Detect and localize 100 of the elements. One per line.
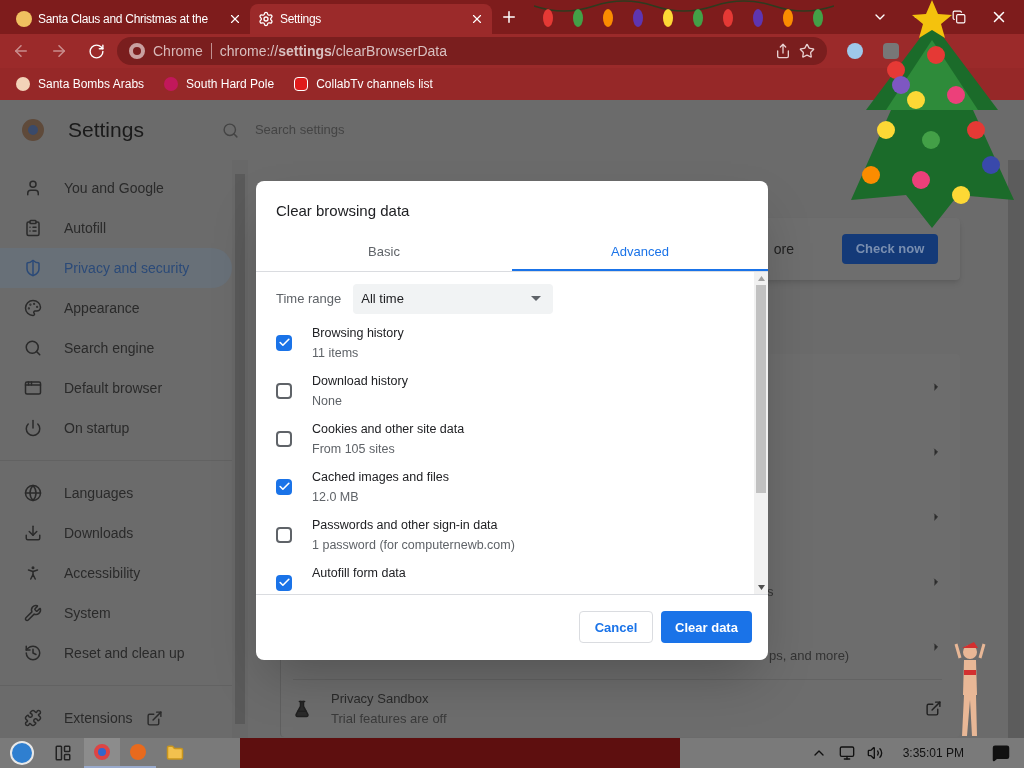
power-icon: [24, 419, 42, 437]
puzzle-icon: [24, 709, 42, 727]
firefox-logo-icon: [130, 744, 146, 760]
bookmark-star-icon[interactable]: [799, 43, 815, 59]
scrollbar-thumb[interactable]: [756, 284, 766, 493]
browser-tab[interactable]: Santa Claus and Christmas at the: [8, 4, 250, 34]
restore-icon[interactable]: [952, 10, 966, 24]
wrench-icon: [24, 604, 42, 622]
check-now-button[interactable]: Check now: [842, 234, 938, 264]
chrome-logo-icon: [22, 119, 44, 141]
sidebar-item[interactable]: Search engine: [0, 328, 232, 368]
row-text: ps, and more): [769, 646, 850, 665]
history-icon: [24, 644, 42, 662]
option-title: Download history: [312, 372, 408, 390]
option-detail: 1 password (for computernewb.com): [312, 536, 515, 554]
flask-icon: [293, 699, 311, 718]
chrome-taskbar-button[interactable]: [84, 738, 120, 768]
browser-tab[interactable]: Settings: [250, 4, 492, 34]
sidebar-item[interactable]: Autofill: [0, 208, 232, 248]
option-title: Browsing history: [312, 324, 404, 342]
bookmark[interactable]: Santa Bombs Arabs: [16, 75, 145, 93]
start-button-icon[interactable]: [10, 741, 34, 765]
sidebar-item[interactable]: Privacy and security: [0, 248, 232, 288]
forward-icon[interactable]: [50, 42, 68, 60]
option-title: Cached images and files: [312, 468, 449, 486]
volume-icon[interactable]: [866, 745, 883, 761]
bookmark-favicon-icon: [164, 77, 179, 91]
card-text: ore: [773, 239, 794, 259]
address-bar[interactable]: Chrome chrome://settings/clearBrowserData: [117, 37, 827, 65]
time-range-dropdown[interactable]: All time: [353, 283, 554, 314]
clear-data-button[interactable]: Clear data: [661, 611, 752, 644]
network-icon[interactable]: [838, 745, 855, 761]
field-label: Time range: [276, 289, 342, 308]
person-icon: [24, 179, 42, 197]
sidebar-item[interactable]: Default browser: [0, 368, 232, 408]
new-tab-icon[interactable]: [500, 8, 518, 26]
folder-icon[interactable]: [166, 744, 184, 762]
reload-icon[interactable]: [88, 42, 105, 60]
settings-icon: [258, 11, 274, 27]
clipboard-icon: [24, 219, 42, 237]
task-view-icon[interactable]: [54, 744, 72, 762]
cancel-button[interactable]: Cancel: [579, 611, 653, 644]
notifications-icon[interactable]: [992, 744, 1010, 762]
tab-title: Settings: [280, 11, 322, 28]
sidebar-item[interactable]: Downloads: [0, 513, 232, 553]
external-link-icon[interactable]: [925, 700, 942, 717]
page-icon: [16, 11, 32, 27]
sidebar-item[interactable]: Languages: [0, 473, 232, 513]
chrome-logo-icon: [129, 43, 145, 59]
bookmark-favicon-icon: [16, 77, 30, 91]
bookmark[interactable]: CollabTv channels list: [294, 75, 433, 93]
search-icon: [221, 121, 239, 139]
chrome-logo-icon: [94, 744, 110, 760]
back-icon[interactable]: [12, 42, 30, 60]
scroll-down-icon[interactable]: [757, 584, 765, 590]
url-text: chrome://settings/clearBrowserData: [219, 41, 447, 61]
dialog-title: Clear browsing data: [275, 201, 411, 221]
checkbox[interactable]: [276, 430, 292, 447]
globe-icon: [24, 484, 42, 502]
page-title: Settings: [68, 117, 144, 144]
palette-icon: [24, 299, 42, 317]
tab-title: Santa Claus and Christmas at the: [38, 11, 209, 28]
sidebar-item[interactable]: Appearance: [0, 288, 232, 328]
option-title: Autofill form data: [312, 564, 406, 582]
sidebar-item[interactable]: Reset and clean up: [0, 633, 232, 673]
option-title: Passwords and other sign-in data: [312, 516, 499, 534]
close-icon[interactable]: [228, 12, 242, 26]
browser-window-icon: [24, 379, 42, 397]
option-detail: From 105 sites: [312, 440, 396, 458]
download-icon: [24, 524, 42, 542]
dialog-tab[interactable]: Advanced: [512, 234, 768, 271]
dropdown-caret-icon: [531, 296, 542, 301]
option-detail: 12.0 MB: [312, 488, 360, 506]
search-icon: [24, 339, 42, 357]
checkbox[interactable]: [276, 478, 292, 495]
scroll-up-icon[interactable]: [757, 275, 765, 281]
site-label: Chrome: [153, 41, 203, 61]
checkbox[interactable]: [276, 382, 292, 399]
checkbox[interactable]: [276, 334, 292, 351]
bookmark[interactable]: South Hard Pole: [164, 75, 275, 93]
external-link-icon: [146, 709, 164, 727]
checkbox[interactable]: [276, 574, 292, 591]
sidebar-item[interactable]: Accessibility: [0, 553, 232, 593]
share-icon[interactable]: [775, 43, 791, 59]
close-icon[interactable]: [470, 12, 484, 26]
extension-icon[interactable]: [847, 43, 863, 59]
option-title: Cookies and other site data: [312, 420, 465, 438]
scrollbar[interactable]: [1008, 160, 1024, 738]
checkbox[interactable]: [276, 526, 292, 543]
sidebar-item[interactable]: System: [0, 593, 232, 633]
option-detail: 11 items: [312, 344, 360, 362]
sidebar-item[interactable]: On startup: [0, 408, 232, 448]
option-detail: None: [312, 392, 343, 410]
shield-icon: [24, 259, 42, 277]
sidebar-item[interactable]: Extensions: [0, 698, 232, 738]
clock[interactable]: 3:35:01 PM: [902, 744, 964, 762]
dialog-tab[interactable]: Basic: [256, 234, 512, 271]
row-title: Privacy Sandbox: [331, 689, 430, 708]
bookmark-favicon-icon: [294, 77, 309, 91]
sidebar-item[interactable]: You and Google: [0, 168, 232, 208]
